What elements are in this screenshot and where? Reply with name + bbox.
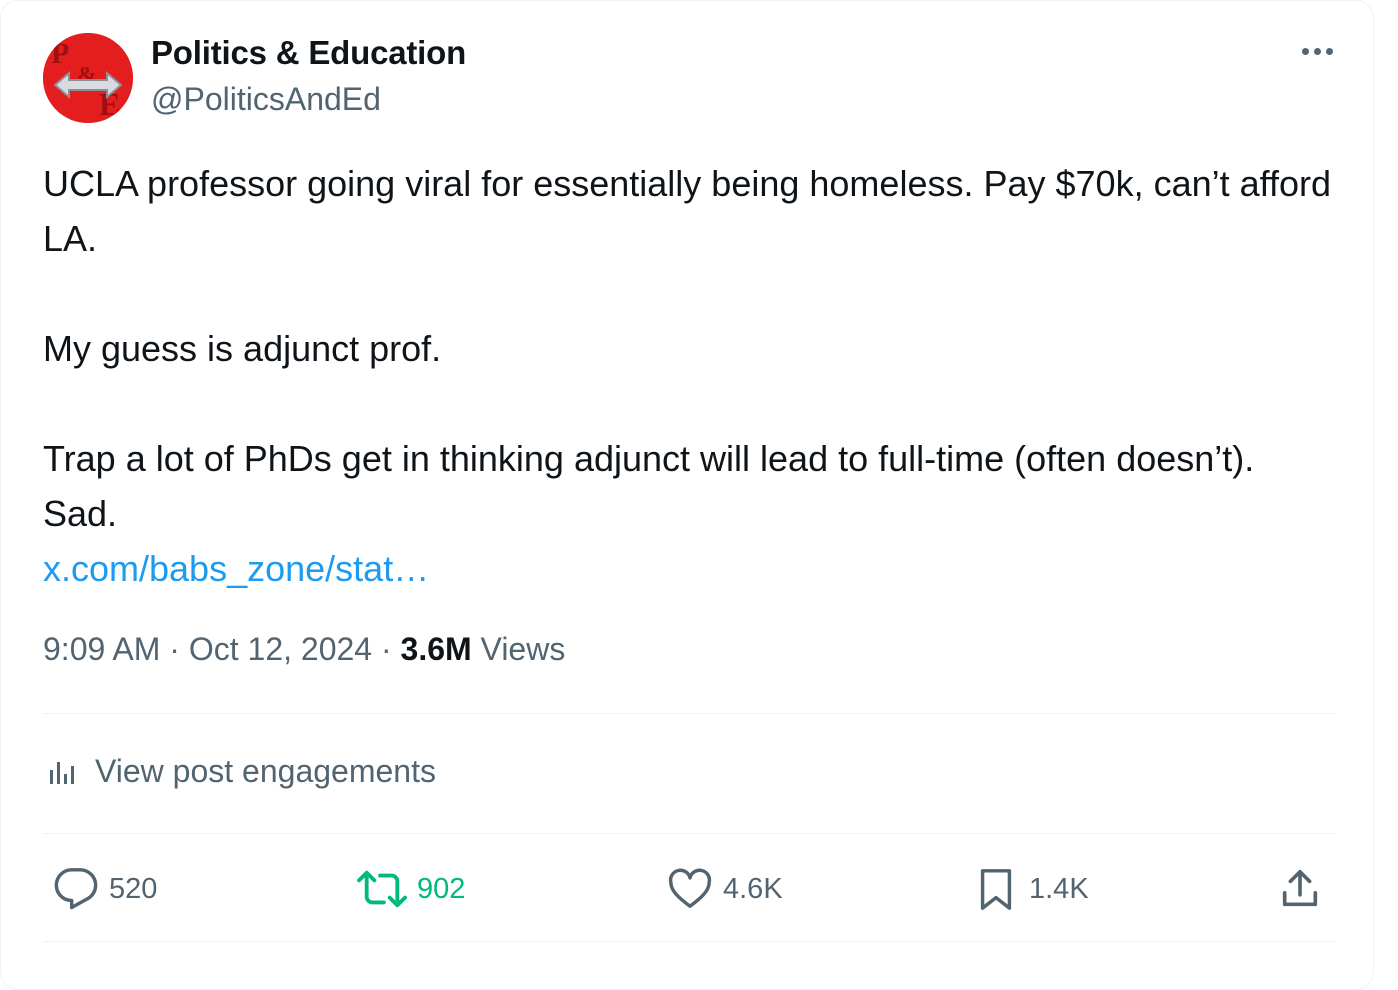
more-dot — [1301, 47, 1309, 55]
share-button[interactable] — [1277, 861, 1323, 917]
repost-count: 902 — [417, 872, 466, 905]
bookmark-count: 1.4K — [1029, 872, 1089, 905]
view-engagements-label: View post engagements — [95, 753, 436, 789]
share-upload-icon — [1282, 869, 1318, 907]
post-paragraph-2: My guess is adjunct prof. — [43, 328, 442, 369]
bar-chart-icon — [50, 761, 74, 784]
post-text: UCLA professor going viral for essential… — [43, 156, 1333, 596]
avatar-logo-image: P & E — [43, 33, 133, 123]
author-handle[interactable]: @PoliticsAndEd — [151, 81, 381, 118]
divider — [43, 941, 1337, 942]
post-time[interactable]: 9:09 AM — [43, 631, 160, 667]
like-count: 4.6K — [723, 872, 783, 905]
bookmark-button[interactable]: 1.4K — [973, 861, 1089, 917]
bookmark-icon — [980, 869, 1012, 910]
more-dot — [1313, 47, 1321, 55]
repost-button[interactable]: 902 — [357, 861, 465, 917]
speech-bubble-icon — [54, 868, 98, 910]
svg-text:P: P — [51, 37, 69, 70]
author-avatar[interactable]: P & E — [43, 33, 133, 123]
divider — [43, 833, 1337, 834]
repost-arrows-icon — [357, 870, 407, 908]
reply-count: 520 — [109, 872, 158, 905]
heart-icon — [668, 868, 712, 908]
post-paragraph-1: UCLA professor going viral for essential… — [43, 163, 1332, 259]
like-button[interactable]: 4.6K — [667, 861, 783, 917]
meta-separator: · — [169, 631, 180, 667]
post-meta: 9:09 AM · Oct 12, 2024 · 3.6M Views — [43, 631, 565, 668]
post-paragraph-3: Trap a lot of PhDs get in thinking adjun… — [43, 438, 1255, 534]
reply-button[interactable]: 520 — [53, 861, 157, 917]
views-count: 3.6M — [400, 631, 472, 667]
divider — [43, 713, 1337, 714]
post-card: P & E Politics & Education @PoliticsAndE… — [0, 0, 1374, 990]
meta-separator: · — [380, 631, 392, 667]
more-options-icon[interactable] — [1294, 31, 1340, 71]
post-date[interactable]: Oct 12, 2024 — [189, 631, 372, 667]
view-engagements-button[interactable]: View post engagements — [47, 753, 436, 790]
quoted-post-link[interactable]: x.com/babs_zone/stat… — [43, 548, 429, 589]
author-name[interactable]: Politics & Education — [151, 34, 466, 72]
views-label: Views — [480, 631, 566, 667]
post-actions: 520 902 4.6K 1.4K — [43, 861, 1337, 917]
more-dot — [1325, 47, 1333, 55]
